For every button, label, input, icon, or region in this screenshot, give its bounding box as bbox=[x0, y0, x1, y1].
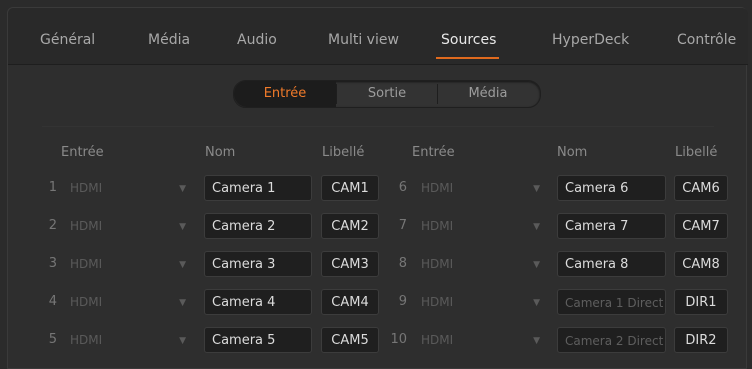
chevron-down-icon: ▼ bbox=[179, 298, 186, 308]
name-field[interactable]: Camera 1 bbox=[204, 175, 312, 201]
input-select-value: HDMI bbox=[421, 219, 454, 233]
name-field[interactable]: Camera 8 bbox=[557, 251, 666, 277]
chevron-down-icon: ▼ bbox=[179, 184, 186, 194]
label-field[interactable]: DIR1 bbox=[674, 289, 728, 315]
row-number: 7 bbox=[398, 218, 407, 233]
divider-line bbox=[42, 126, 714, 127]
input-select-value: HDMI bbox=[70, 333, 103, 347]
name-field[interactable]: Camera 2 Direct bbox=[557, 327, 666, 353]
column-header-name-right: Nom bbox=[557, 145, 588, 160]
row-number: 3 bbox=[48, 256, 57, 271]
row-number: 5 bbox=[48, 332, 57, 347]
row-number: 10 bbox=[390, 332, 407, 347]
input-select-value: HDMI bbox=[421, 333, 454, 347]
sources-settings-panel: Général Média Audio Multi view Sources H… bbox=[7, 7, 748, 369]
label-field[interactable]: CAM7 bbox=[674, 213, 728, 239]
chevron-down-icon: ▼ bbox=[533, 336, 540, 346]
input-select-value: HDMI bbox=[421, 181, 454, 195]
input-select-value: HDMI bbox=[421, 257, 454, 271]
settings-tab-bar: Général Média Audio Multi view Sources H… bbox=[8, 8, 748, 65]
segment-entree[interactable]: Entrée bbox=[234, 81, 336, 107]
segment-sortie[interactable]: Sortie bbox=[337, 81, 437, 107]
name-field[interactable]: Camera 4 bbox=[204, 289, 312, 315]
label-field[interactable]: CAM8 bbox=[674, 251, 728, 277]
label-field[interactable]: CAM5 bbox=[321, 327, 379, 353]
tab-multi-view[interactable]: Multi view bbox=[328, 32, 399, 48]
name-field[interactable]: Camera 3 bbox=[204, 251, 312, 277]
tab-sources[interactable]: Sources bbox=[441, 32, 496, 48]
chevron-down-icon: ▼ bbox=[179, 222, 186, 232]
input-select[interactable]: HDMI ▼ bbox=[60, 327, 194, 353]
row-number: 9 bbox=[398, 294, 407, 309]
tab-controle[interactable]: Contrôle bbox=[677, 32, 736, 48]
tab-general[interactable]: Général bbox=[40, 32, 95, 48]
row-number: 1 bbox=[48, 180, 57, 195]
input-select[interactable]: HDMI ▼ bbox=[60, 213, 194, 239]
input-select-value: HDMI bbox=[421, 295, 454, 309]
name-field[interactable]: Camera 2 bbox=[204, 213, 312, 239]
chevron-down-icon: ▼ bbox=[533, 222, 540, 232]
input-select[interactable]: HDMI ▼ bbox=[60, 289, 194, 315]
column-header-name-left: Nom bbox=[205, 145, 236, 160]
chevron-down-icon: ▼ bbox=[179, 336, 186, 346]
column-header-label-right: Libellé bbox=[675, 145, 718, 160]
active-tab-indicator bbox=[436, 57, 499, 59]
name-field[interactable]: Camera 6 bbox=[557, 175, 666, 201]
name-field[interactable]: Camera 5 bbox=[204, 327, 312, 353]
tab-hyperdeck[interactable]: HyperDeck bbox=[552, 32, 629, 48]
row-number: 4 bbox=[48, 294, 57, 309]
row-number: 2 bbox=[48, 218, 57, 233]
source-type-segmented-control: Entrée Sortie Média bbox=[233, 80, 541, 108]
segment-media[interactable]: Média bbox=[438, 81, 538, 107]
input-select[interactable]: HDMI ▼ bbox=[411, 213, 548, 239]
input-select-value: HDMI bbox=[70, 295, 103, 309]
tab-media[interactable]: Média bbox=[148, 32, 190, 48]
label-field[interactable]: CAM4 bbox=[321, 289, 379, 315]
input-select[interactable]: HDMI ▼ bbox=[60, 251, 194, 277]
label-field[interactable]: CAM1 bbox=[321, 175, 379, 201]
name-field[interactable]: Camera 7 bbox=[557, 213, 666, 239]
chevron-down-icon: ▼ bbox=[533, 184, 540, 194]
input-select[interactable]: HDMI ▼ bbox=[411, 251, 548, 277]
name-field[interactable]: Camera 1 Direct bbox=[557, 289, 666, 315]
label-field[interactable]: DIR2 bbox=[674, 327, 728, 353]
label-field[interactable]: CAM3 bbox=[321, 251, 379, 277]
chevron-down-icon: ▼ bbox=[533, 298, 540, 308]
chevron-down-icon: ▼ bbox=[179, 260, 186, 270]
column-header-input-right: Entrée bbox=[412, 145, 455, 160]
chevron-down-icon: ▼ bbox=[533, 260, 540, 270]
row-number: 8 bbox=[398, 256, 407, 271]
input-select-value: HDMI bbox=[70, 181, 103, 195]
input-select-value: HDMI bbox=[70, 219, 103, 233]
input-select-value: HDMI bbox=[70, 257, 103, 271]
row-number: 6 bbox=[398, 180, 407, 195]
input-select[interactable]: HDMI ▼ bbox=[411, 327, 548, 353]
input-select[interactable]: HDMI ▼ bbox=[60, 175, 194, 201]
label-field[interactable]: CAM2 bbox=[321, 213, 379, 239]
input-select[interactable]: HDMI ▼ bbox=[411, 289, 548, 315]
column-header-input-left: Entrée bbox=[61, 145, 104, 160]
column-header-label-left: Libellé bbox=[322, 145, 365, 160]
tab-audio[interactable]: Audio bbox=[237, 32, 277, 48]
label-field[interactable]: CAM6 bbox=[674, 175, 728, 201]
input-select[interactable]: HDMI ▼ bbox=[411, 175, 548, 201]
